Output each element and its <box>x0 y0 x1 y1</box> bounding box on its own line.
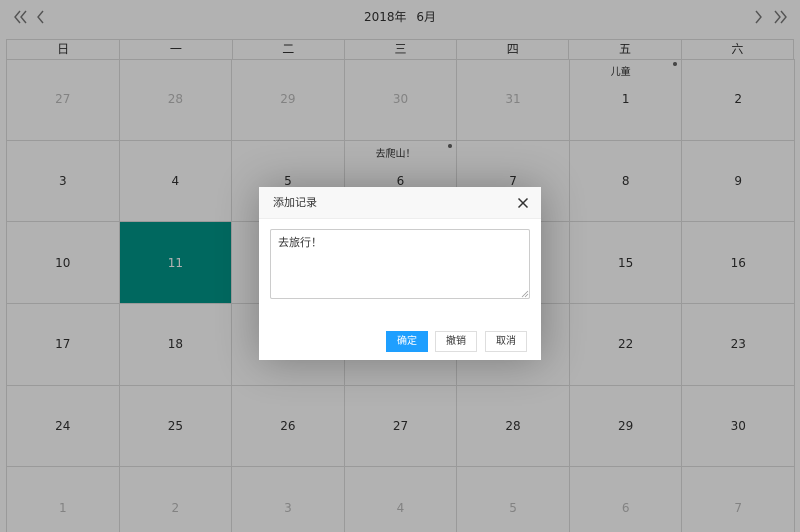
record-textarea[interactable]: 去旅行！ <box>270 229 530 299</box>
undo-button[interactable]: 撤销 <box>435 331 477 352</box>
cancel-button[interactable]: 取消 <box>485 331 527 352</box>
calendar-page: 2018年 6月 日 一 二 三 四 五 六 27 28 29 30 31 1 儿童 2 3 4 5… <box>0 0 800 532</box>
close-icon <box>517 197 529 209</box>
resize-grip-icon[interactable] <box>521 290 529 298</box>
add-record-dialog: 添加记录 去旅行！ 确定 撤销 取消 <box>259 187 541 360</box>
dialog-title: 添加记录 <box>259 187 541 219</box>
confirm-button[interactable]: 确定 <box>386 331 428 352</box>
close-button[interactable] <box>517 197 529 209</box>
